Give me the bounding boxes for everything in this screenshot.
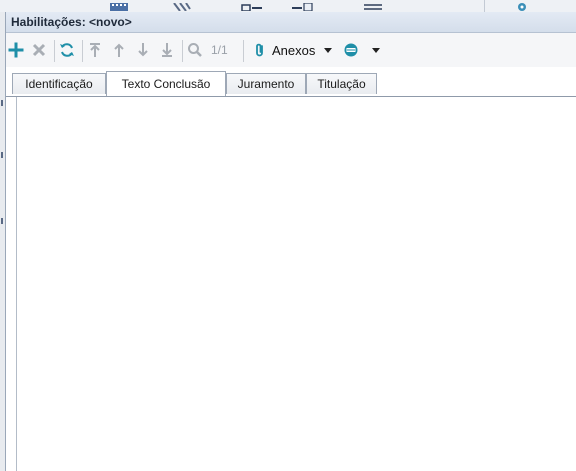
toolbar-separator	[182, 40, 183, 62]
tab-identificacao[interactable]: Identificação	[12, 73, 106, 94]
attachments-button[interactable]	[251, 41, 269, 59]
attachments-label[interactable]: Anexos	[272, 43, 315, 58]
refresh-button[interactable]	[58, 41, 76, 59]
toolbar-separator	[82, 40, 83, 62]
last-record-button[interactable]	[158, 41, 176, 59]
search-button[interactable]	[186, 41, 204, 59]
arrow-up-icon	[114, 43, 124, 57]
delete-button[interactable]	[30, 41, 48, 59]
paperclip-icon	[256, 43, 263, 57]
tab-juramento[interactable]: Juramento	[226, 73, 306, 94]
page-indicator: 1/1	[211, 43, 228, 57]
arrow-to-bottom-icon	[162, 43, 172, 57]
tab-texto-conclusao[interactable]: Texto Conclusão	[106, 71, 226, 96]
tab-label: Identificação	[25, 77, 93, 91]
magnifier-icon	[188, 43, 202, 57]
tab-label: Titulação	[317, 77, 366, 91]
x-icon	[32, 43, 46, 57]
texto-conclusao-editor[interactable]	[16, 97, 576, 471]
toolbar-separator	[243, 40, 244, 62]
tab-bar: Identificação Texto Conclusão Juramento …	[6, 67, 576, 97]
arrow-to-top-icon	[90, 43, 100, 57]
plus-icon	[8, 42, 24, 58]
next-record-button[interactable]	[134, 41, 152, 59]
tab-titulacao[interactable]: Titulação	[306, 73, 377, 94]
arrow-down-icon	[138, 43, 148, 57]
list-icon	[362, 0, 386, 10]
import-icon	[290, 0, 314, 12]
record-toolbar: 1/1 Anexos	[6, 33, 576, 67]
options-dropdown-icon[interactable]	[372, 48, 380, 53]
options-circle-icon	[344, 43, 358, 57]
first-record-button[interactable]	[86, 41, 104, 59]
gear-icon	[512, 0, 534, 11]
window-titlebar[interactable]: Habilitações: <novo>	[6, 12, 576, 33]
add-button[interactable]	[7, 41, 25, 59]
window-title: Habilitações: <novo>	[11, 15, 132, 29]
tab-label: Juramento	[237, 77, 295, 91]
habilitacoes-window: Habilitações: <novo> 1/1 Anexos Identifi…	[5, 12, 576, 471]
attachments-dropdown-icon[interactable]	[324, 48, 332, 53]
previous-record-button[interactable]	[110, 41, 128, 59]
toolbar-separator	[54, 40, 55, 62]
tab-label: Texto Conclusão	[121, 77, 211, 91]
export-icon	[240, 0, 264, 12]
refresh-icon	[60, 43, 74, 57]
options-button[interactable]	[342, 41, 360, 59]
tool-icon	[172, 0, 194, 12]
calendar-icon	[108, 0, 132, 11]
